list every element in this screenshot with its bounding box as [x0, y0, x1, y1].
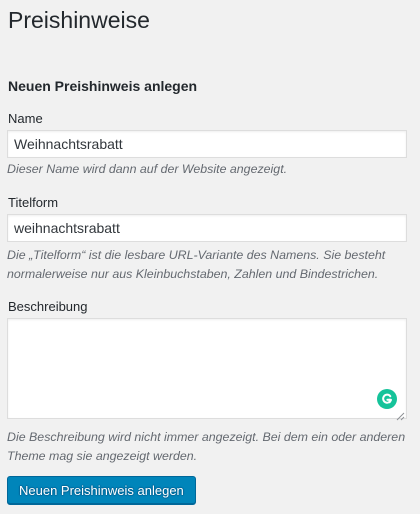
page-title: Preishinweise	[8, 7, 150, 33]
description-textarea[interactable]	[7, 318, 407, 419]
add-price-notice-button[interactable]: Neuen Preishinweis anlegen	[7, 476, 196, 505]
description-help-text: Die Beschreibung wird nicht immer angeze…	[7, 430, 406, 463]
slug-description: Die „Titelform“ ist die lesbare URL-Vari…	[7, 248, 386, 281]
description-label: Beschreibung	[8, 299, 88, 314]
slug-input[interactable]	[7, 214, 407, 242]
description-textarea-wrapper	[7, 318, 407, 421]
slug-label: Titelform	[8, 195, 59, 210]
form-section-title: Neuen Preishinweis anlegen	[8, 78, 198, 94]
resize-handle-icon[interactable]	[396, 408, 405, 421]
name-label: Name	[8, 111, 43, 126]
name-description: Dieser Name wird dann auf der Website an…	[7, 162, 288, 176]
name-input[interactable]	[7, 130, 407, 158]
grammarly-icon[interactable]	[377, 389, 397, 409]
